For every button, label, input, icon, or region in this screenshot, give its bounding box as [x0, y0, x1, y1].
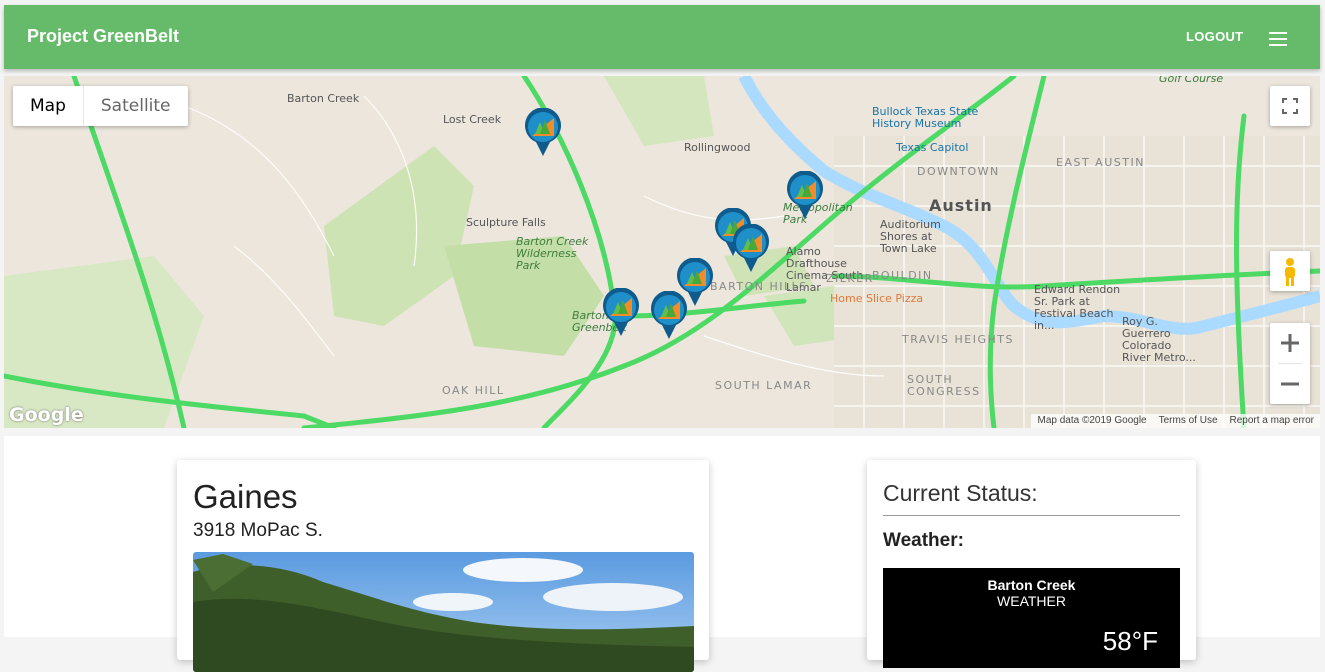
map-type-map-button[interactable]: Map — [13, 86, 83, 126]
map-label-home-slice: Home Slice Pizza — [830, 292, 924, 305]
greenbelt-trailhead-marker-icon — [787, 170, 823, 219]
map-label-golf-course: Golf Course — [1159, 76, 1224, 85]
plus-icon — [1281, 334, 1299, 352]
greenbelt-trailhead-marker-icon — [603, 287, 639, 336]
map-label-austin: Austin — [929, 196, 993, 215]
fullscreen-icon — [1282, 98, 1298, 114]
map-label-roy-guerrero: Roy G. Guerrero Colorado River Metro... — [1122, 315, 1196, 364]
map-view[interactable]: Barton Creek Lost Creek Rollingwood Scul… — [4, 76, 1320, 428]
trailhead-marker-twin-falls[interactable] — [650, 290, 688, 341]
map-label-oak-hill: OAK HILL — [442, 384, 505, 397]
map-label-bouldin: BOULDIN — [872, 269, 933, 282]
zoom-control — [1270, 323, 1310, 404]
hamburger-menu-icon[interactable] — [1266, 29, 1290, 49]
weather-label: Weather: — [883, 530, 964, 551]
app-bar: Project GreenBelt LOGOUT — [4, 5, 1320, 69]
report-map-error-link[interactable]: Report a map error — [1230, 414, 1314, 428]
terms-of-use-link[interactable]: Terms of Use — [1159, 414, 1218, 428]
map-label-rollingwood: Rollingwood — [684, 141, 751, 154]
map-tiles — [4, 76, 1320, 428]
map-label-edward-rendon: Edward Rendon Sr. Park at Festival Beach… — [1034, 283, 1121, 332]
status-title: Current Status: — [883, 480, 1038, 506]
map-label-barton-hills: BARTON HILLS — [710, 280, 808, 293]
status-divider — [883, 515, 1180, 516]
map-attribution: Map data ©2019 Google Terms of Use Repor… — [1031, 414, 1320, 428]
map-type-control: Map Satellite — [13, 86, 188, 126]
app-title[interactable]: Project GreenBelt — [27, 26, 179, 47]
map-label-auditorium-shores: Auditorium Shores at Town Lake — [880, 218, 941, 255]
trailhead-marker-spyglass[interactable] — [732, 223, 770, 274]
map-label-bullock-museum: Bullock Texas State History Museum — [872, 105, 979, 130]
trailhead-marker-lost-creek[interactable] — [524, 107, 562, 158]
site-photo — [193, 552, 694, 672]
map-label-travis-heights: TRAVIS HEIGHTS — [902, 333, 1014, 346]
map-label-south-congress: SOUTH CONGRESS — [907, 373, 981, 398]
greenbelt-trailhead-marker-icon — [525, 107, 561, 156]
zoom-in-button[interactable] — [1270, 323, 1310, 363]
map-data-credit: Map data ©2019 Google — [1037, 415, 1147, 426]
detail-section: Gaines 3918 MoPac S. Current Status: Wea… — [4, 436, 1320, 672]
map-label-zilker: ZILKER — [826, 272, 874, 285]
map-label-sculpture-falls: Sculpture Falls — [466, 216, 546, 229]
trailhead-marker-360[interactable] — [602, 287, 640, 338]
weather-subtitle: WEATHER — [997, 593, 1066, 609]
trailhead-marker-metropolitan[interactable] — [786, 170, 824, 221]
fullscreen-button[interactable] — [1270, 86, 1310, 126]
status-card: Current Status: Weather: Barton Creek WE… — [867, 460, 1196, 668]
pegman-icon — [1285, 258, 1295, 286]
map-type-satellite-button[interactable]: Satellite — [82, 86, 188, 126]
logout-button[interactable]: LOGOUT — [1186, 29, 1243, 44]
greenbelt-trailhead-marker-icon — [733, 223, 769, 272]
site-name: Gaines — [193, 478, 298, 515]
greenbelt-trailhead-marker-icon — [651, 290, 687, 339]
google-logo: Google — [9, 404, 84, 426]
map-label-downtown: DOWNTOWN — [917, 165, 1000, 178]
site-address: 3918 MoPac S. — [193, 520, 323, 541]
weather-temperature: 58°F — [1102, 626, 1158, 656]
map-label-texas-capitol: Texas Capitol — [896, 141, 969, 154]
zoom-out-button[interactable] — [1270, 364, 1310, 404]
weather-location: Barton Creek — [987, 577, 1076, 593]
site-photo-image — [193, 552, 694, 672]
map-label-lost-creek: Lost Creek — [443, 113, 502, 126]
minus-icon — [1281, 382, 1299, 386]
map-label-south-lamar: SOUTH LAMAR — [715, 379, 813, 392]
map-label-barton-creek-wilderness: Barton Creek Wilderness Park — [516, 235, 589, 272]
site-card: Gaines 3918 MoPac S. — [177, 460, 709, 672]
street-view-pegman[interactable] — [1270, 251, 1310, 291]
weather-widget[interactable]: Barton Creek WEATHER 58°F — [883, 568, 1180, 668]
map-label-east-austin: EAST AUSTIN — [1056, 156, 1145, 169]
map-label-barton-creek: Barton Creek — [287, 92, 360, 105]
